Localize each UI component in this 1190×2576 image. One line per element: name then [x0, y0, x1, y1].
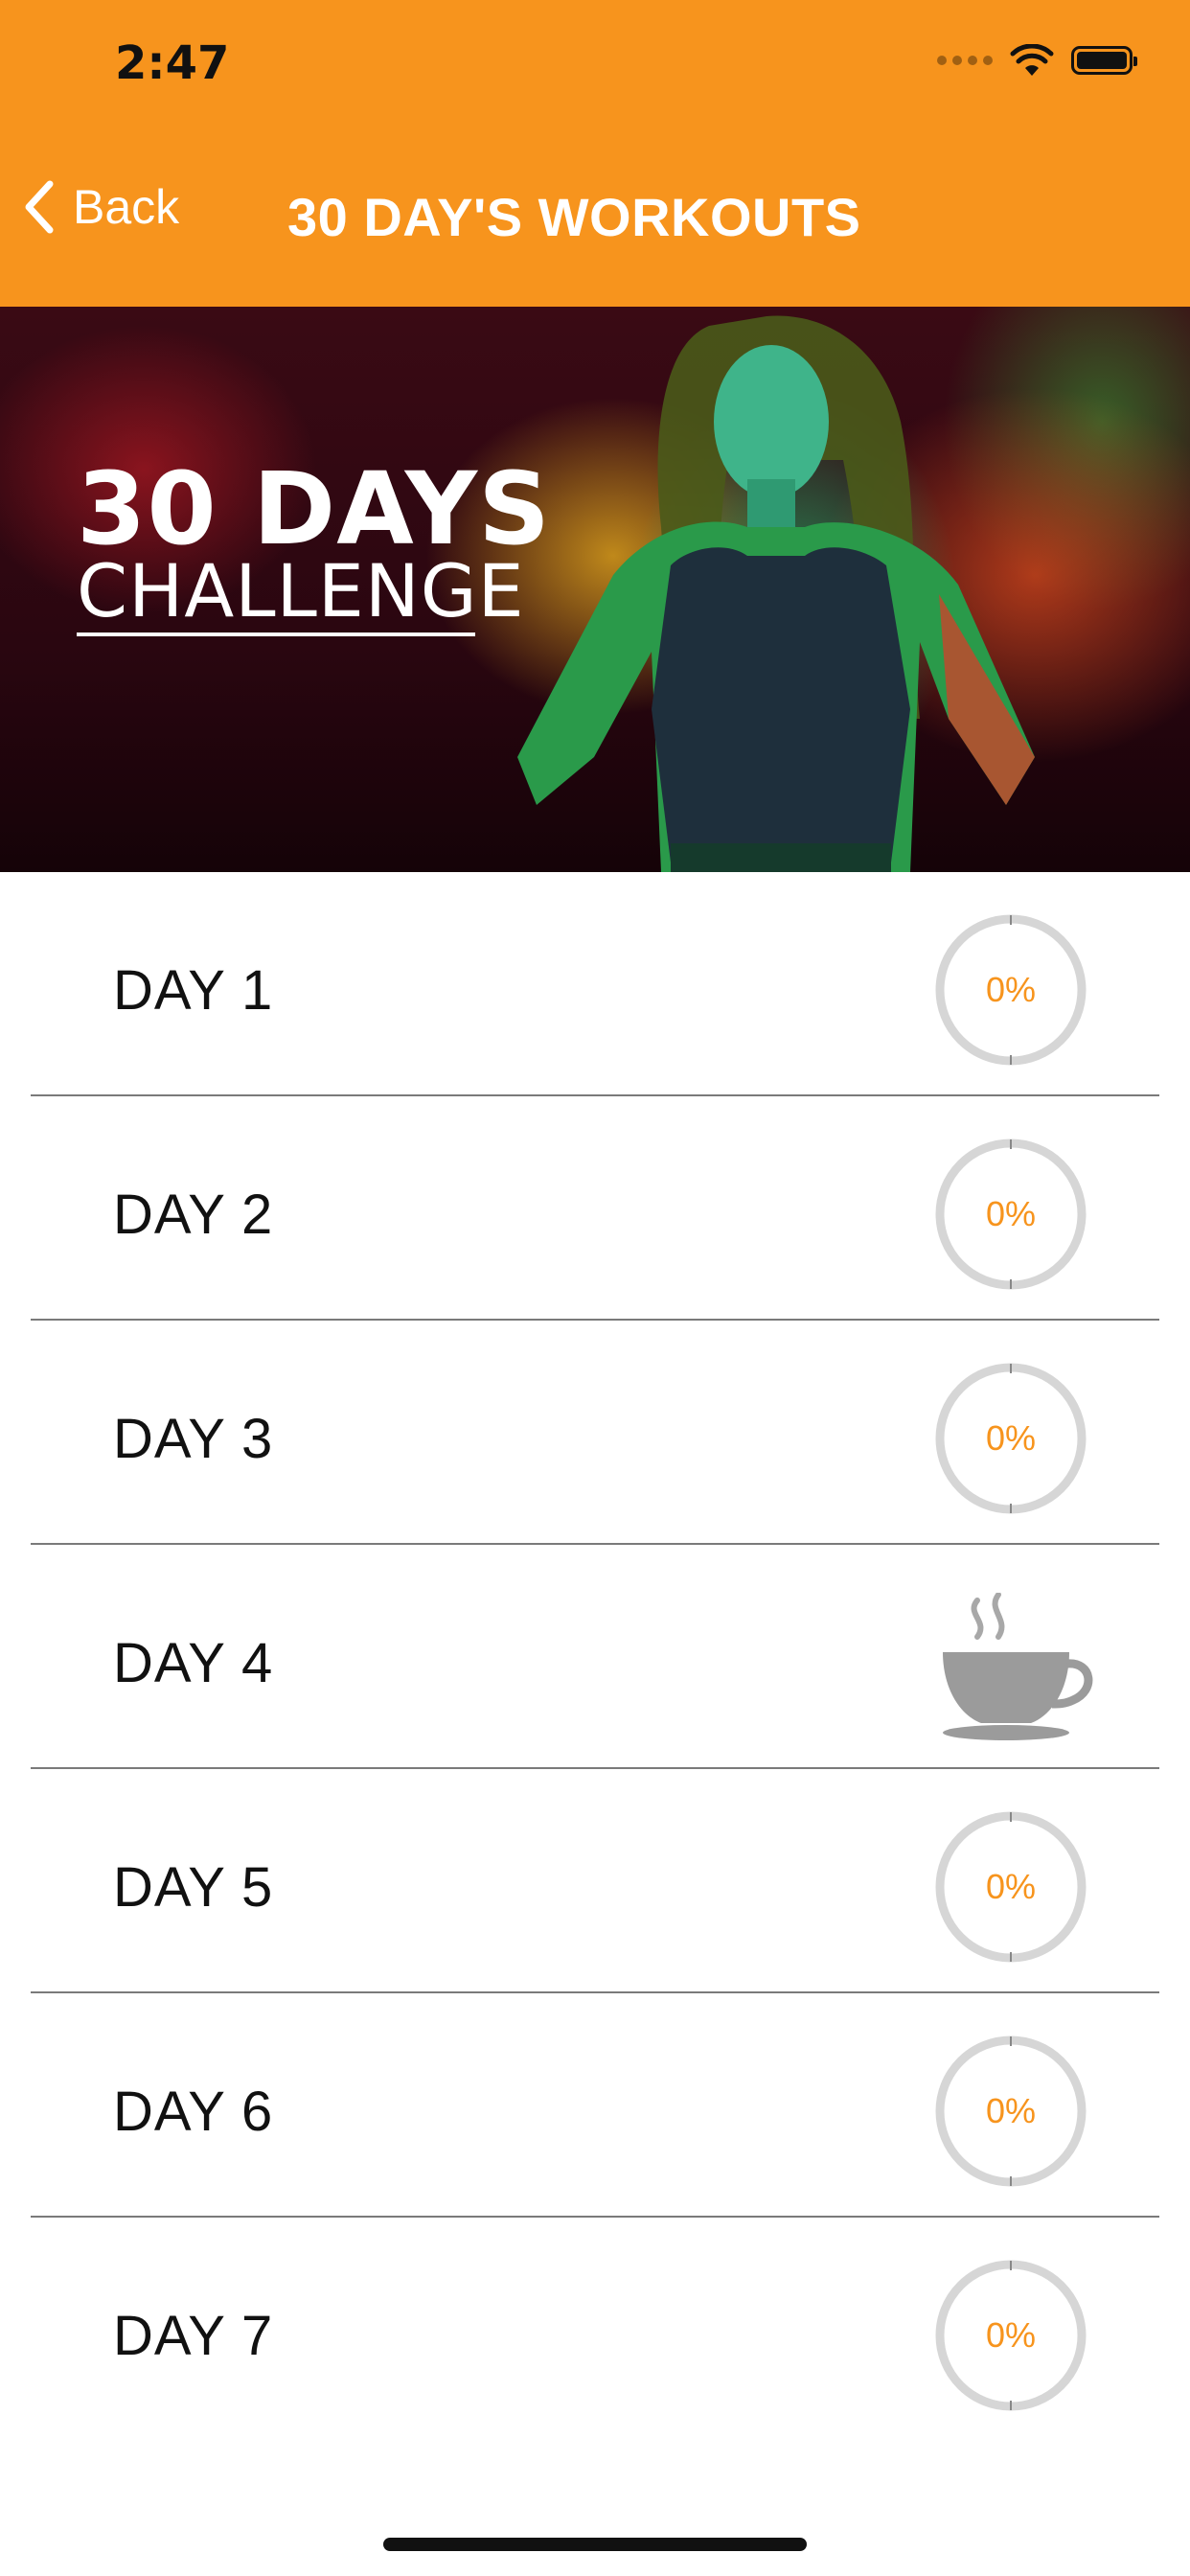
progress-ring: 0%	[933, 1137, 1088, 1292]
day-row[interactable]: DAY 2 0%	[0, 1096, 1190, 1321]
day-row[interactable]: DAY 6 0%	[0, 1993, 1190, 2218]
wifi-icon	[1010, 44, 1054, 76]
progress-percent: 0%	[985, 970, 1037, 1009]
day-label: DAY 6	[113, 2081, 274, 2143]
home-indicator[interactable]	[383, 2538, 807, 2551]
status-icons	[937, 44, 1137, 77]
progress-percent: 0%	[985, 1418, 1037, 1458]
banner-underline	[77, 632, 475, 636]
day-row[interactable]: DAY 4	[0, 1545, 1190, 1769]
progress-percent: 0%	[985, 1194, 1037, 1233]
page-title: 30 DAY'S WORKOUTS	[287, 187, 861, 247]
coffee-cup-icon	[943, 1593, 1093, 1740]
day-label: DAY 4	[113, 1632, 274, 1694]
day-label: DAY 3	[113, 1408, 274, 1470]
back-button[interactable]: Back	[21, 178, 179, 236]
day-label: DAY 5	[113, 1856, 274, 1919]
screen: 2:47 Back 30 DAY'S WORKOUTS 30 DAYS CHAL…	[0, 0, 1190, 2576]
header: 2:47 Back 30 DAY'S WORKOUTS	[0, 0, 1190, 307]
progress-ring: 0%	[933, 1361, 1088, 1516]
back-label: Back	[73, 180, 180, 234]
chevron-left-icon	[25, 180, 54, 234]
day-list: DAY 1 0% DAY 2 0% DAY 3 0% DAY 4 DAY 5 0% DAY 6 0%…	[0, 872, 1190, 2442]
progress-ring: 0%	[933, 912, 1088, 1068]
progress-ring: 0%	[933, 2258, 1088, 2413]
battery-icon	[1071, 46, 1137, 75]
banner-subtitle: CHALLENGE	[77, 548, 525, 633]
challenge-banner: 30 DAYS CHALLENGE	[0, 307, 1190, 872]
cellular-signal-icon	[937, 56, 993, 65]
progress-percent: 0%	[985, 1867, 1037, 1906]
day-label: DAY 1	[113, 959, 274, 1022]
status-time: 2:47	[115, 36, 230, 90]
day-row[interactable]: DAY 7 0%	[0, 2218, 1190, 2442]
day-label: DAY 2	[113, 1184, 274, 1246]
progress-ring: 0%	[933, 2034, 1088, 2189]
day-row[interactable]: DAY 3 0%	[0, 1321, 1190, 1545]
progress-percent: 0%	[985, 2315, 1037, 2355]
day-row[interactable]: DAY 5 0%	[0, 1769, 1190, 1993]
day-label: DAY 7	[113, 2305, 274, 2367]
progress-percent: 0%	[985, 2091, 1037, 2130]
day-row[interactable]: DAY 1 0%	[0, 872, 1190, 1096]
progress-ring: 0%	[933, 1809, 1088, 1965]
